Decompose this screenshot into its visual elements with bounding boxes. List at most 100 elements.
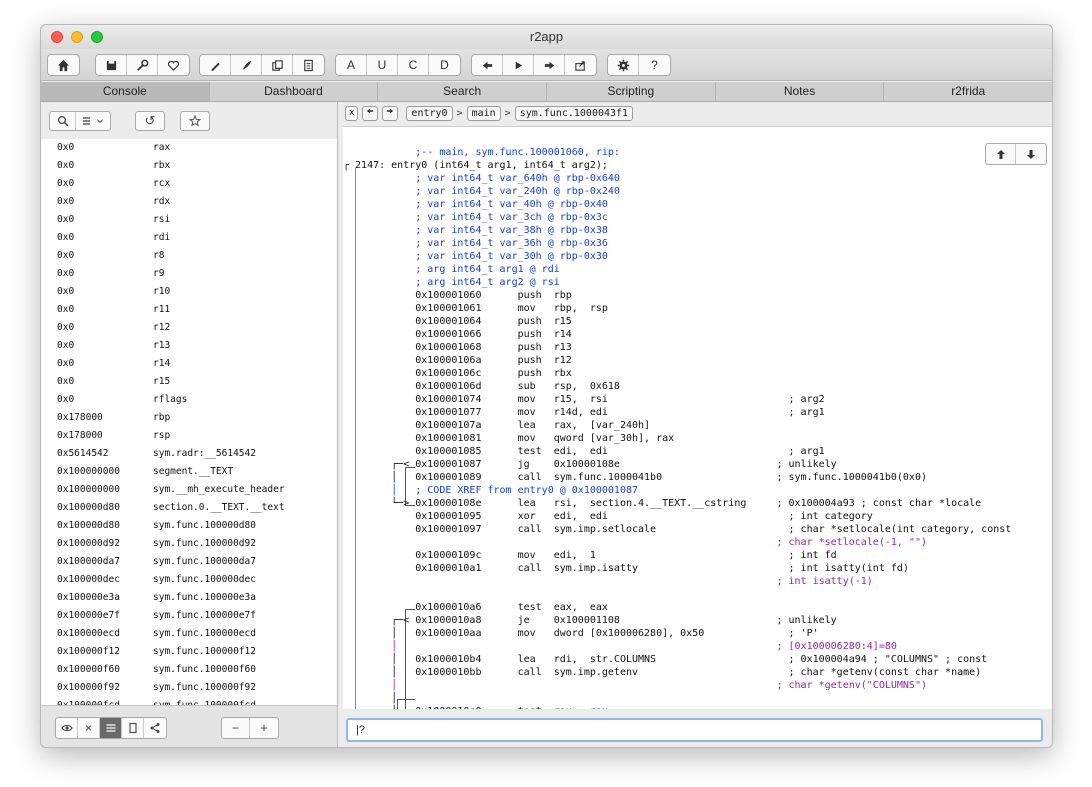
tab-r2frida[interactable]: r2frida: [884, 82, 1052, 101]
register-row[interactable]: 0x0 r11: [41, 301, 337, 319]
disassembly-line[interactable]: ; arg int64_t arg1 @ rdi: [343, 263, 560, 276]
disassembly-line[interactable]: ; var int64_t var_30h @ rbp-0x30: [343, 250, 608, 263]
tab-search[interactable]: Search: [378, 82, 548, 101]
disassembly-line[interactable]: 0x1000010a6 test eax, eax: [343, 601, 608, 614]
register-row[interactable]: 0x100000000 segment.__TEXT: [41, 463, 337, 481]
register-row[interactable]: 0x100000fcd sym.func.100000fcd: [41, 697, 337, 705]
star-button[interactable]: [181, 112, 209, 130]
register-row[interactable]: 0x0 r15: [41, 373, 337, 391]
tab-notes[interactable]: Notes: [716, 82, 885, 101]
register-row[interactable]: 0x0 r14: [41, 355, 337, 373]
register-row[interactable]: 0x100000d80 sym.func.100000d80: [41, 517, 337, 535]
register-row[interactable]: 0x0 r13: [41, 337, 337, 355]
register-row[interactable]: 0x0 rdi: [41, 229, 337, 247]
pencil-button[interactable]: [200, 55, 231, 75]
disassembly-line[interactable]: ; var int64_t var_36h @ rbp-0x36: [343, 237, 608, 250]
register-row[interactable]: 0x0 r8: [41, 247, 337, 265]
refresh-button[interactable]: ↺: [136, 112, 164, 130]
disassembly-line[interactable]: 0x100001077 mov r14d, edi ; arg1: [343, 406, 824, 419]
scroll-down-button[interactable]: [1016, 144, 1046, 164]
register-row[interactable]: 0x100000dec sym.func.100000dec: [41, 571, 337, 589]
breadcrumb-item-func[interactable]: sym.func.1000043f1: [514, 105, 634, 121]
disassembly-line[interactable]: │ 0x1000010aa mov dword [0x100006280], 0…: [343, 627, 818, 640]
register-row[interactable]: 0x0 rdx: [41, 193, 337, 211]
register-row[interactable]: 0x0 rcx: [41, 175, 337, 193]
zoom-in-button[interactable]: +: [250, 718, 278, 738]
register-row[interactable]: 0x100000ecd sym.func.100000ecd: [41, 625, 337, 643]
share-button[interactable]: [144, 718, 166, 738]
register-row[interactable]: 0x100000f12 sym.func.100000f12: [41, 643, 337, 661]
disassembly-line[interactable]: 0x1000010a1 call sym.imp.isatty ; int is…: [343, 562, 909, 575]
zoom-window-button[interactable]: [91, 31, 103, 43]
disassembly-line[interactable]: ┌─< 0x1000010a8 je 0x100001108 ; unlikel…: [343, 614, 837, 627]
disassembly-line[interactable]: │ 0x100001089 call sym.func.1000041b0 ; …: [343, 471, 927, 484]
breadcrumb-item-entry0[interactable]: entry0: [406, 105, 453, 121]
home-button[interactable]: [48, 55, 79, 75]
close-window-button[interactable]: [51, 31, 63, 43]
breadcrumb-forward-button[interactable]: [382, 105, 399, 121]
disassembly-line[interactable]: 0x100001085 test edi, edi ; arg1: [343, 445, 824, 458]
disassembly-line[interactable]: 0x100001095 xor edi, edi ; int category: [343, 510, 873, 523]
register-row[interactable]: 0x100000da7 sym.func.100000da7: [41, 553, 337, 571]
wrench-button[interactable]: [127, 55, 158, 75]
breadcrumb-item-main[interactable]: main: [466, 105, 501, 121]
analysis-button-c[interactable]: C: [398, 55, 429, 75]
disassembly-line[interactable]: 0x100001064 push r15: [343, 315, 572, 328]
panel-view-button[interactable]: [122, 718, 144, 738]
tab-console[interactable]: Console: [41, 82, 210, 101]
disassembly-line[interactable]: 0x10000109c mov edi, 1 ; int fd: [343, 549, 836, 562]
disassembly-line[interactable]: 0x100001074 mov r15, rsi ; arg2: [343, 393, 824, 406]
list-menu-button[interactable]: [76, 112, 110, 130]
breadcrumb-back-button[interactable]: [362, 105, 379, 121]
list-view-button[interactable]: [100, 718, 122, 738]
search-button[interactable]: [50, 112, 76, 130]
register-row[interactable]: 0x100000000 sym.__mh_execute_header: [41, 481, 337, 499]
disassembly-line[interactable]: ; var int64_t var_240h @ rbp-0x240: [343, 185, 620, 198]
disassembly-line[interactable]: └─> 0x10000108e lea rsi, section.4.__TEX…: [343, 497, 981, 510]
minimize-window-button[interactable]: [71, 31, 83, 43]
disassembly-line[interactable]: │ ; [0x100006280:4]=80: [343, 640, 897, 653]
eye-button[interactable]: [56, 718, 78, 738]
disassembly-line[interactable]: 0x100001068 push r13: [343, 341, 572, 354]
register-row[interactable]: 0x0 rax: [41, 139, 337, 157]
register-row[interactable]: 0x0 rsi: [41, 211, 337, 229]
register-row[interactable]: 0x100000d92 sym.func.100000d92: [41, 535, 337, 553]
tab-scripting[interactable]: Scripting: [547, 82, 716, 101]
settings-button[interactable]: [608, 55, 639, 75]
save-button[interactable]: [96, 55, 127, 75]
disassembly-line[interactable]: ; var int64_t var_40h @ rbp-0x40: [343, 198, 608, 211]
register-row[interactable]: 0x178000 rbp: [41, 409, 337, 427]
disassembly-line[interactable]: 0x100001061 mov rbp, rsp: [343, 302, 608, 315]
disassembly-line[interactable]: ┌ 2147: entry0 (int64_t arg1, int64_t ar…: [343, 159, 608, 172]
quill-button[interactable]: [231, 55, 262, 75]
favorite-button[interactable]: [158, 55, 189, 75]
register-row[interactable]: 0x100000e3a sym.func.100000e3a: [41, 589, 337, 607]
disassembly-line[interactable]: ;-- main, sym.func.100001060, rip:: [343, 146, 620, 159]
register-row[interactable]: 0x0 r9: [41, 265, 337, 283]
register-row[interactable]: 0x0 rbx: [41, 157, 337, 175]
disassembly-line[interactable]: │ 0x1000010b4 lea rdi, str.COLUMNS ; 0x1…: [343, 653, 987, 666]
zoom-out-button[interactable]: −: [222, 718, 250, 738]
register-row[interactable]: 0x100000e7f sym.func.100000e7f: [41, 607, 337, 625]
register-row[interactable]: 0x100000d80 section.0.__TEXT.__text: [41, 499, 337, 517]
register-row[interactable]: 0x0 rflags: [41, 391, 337, 409]
scroll-up-button[interactable]: [986, 144, 1016, 164]
back-button[interactable]: [472, 55, 503, 75]
disassembly-line[interactable]: ; var int64_t var_38h @ rbp-0x38: [343, 224, 608, 237]
register-row[interactable]: 0x100000f92 sym.func.100000f92: [41, 679, 337, 697]
command-input[interactable]: |?: [346, 718, 1043, 742]
close-button[interactable]: ×: [78, 718, 100, 738]
disassembly-line[interactable]: 0x100001066 push r14: [343, 328, 572, 341]
disassembly-line[interactable]: │: [343, 692, 397, 705]
disassembly-line[interactable]: ; int isatty(-1): [343, 575, 872, 588]
disassembly-line[interactable]: │ 0x1000010bb call sym.imp.getenv ; char…: [343, 666, 981, 679]
disassembly-line[interactable]: ; var int64_t var_3ch @ rbp-0x3c: [343, 211, 608, 224]
breadcrumb-close-button[interactable]: x: [345, 105, 359, 121]
tab-dashboard[interactable]: Dashboard: [210, 82, 379, 101]
disassembly-line[interactable]: 0x10000106a push r12: [343, 354, 572, 367]
register-row[interactable]: 0x100000f60 sym.func.100000f60: [41, 661, 337, 679]
play-button[interactable]: [503, 55, 534, 75]
analysis-button-d[interactable]: D: [429, 55, 460, 75]
disassembly-line[interactable]: 0x100001097 call sym.imp.setlocale ; cha…: [343, 523, 1011, 536]
analysis-button-u[interactable]: U: [367, 55, 398, 75]
